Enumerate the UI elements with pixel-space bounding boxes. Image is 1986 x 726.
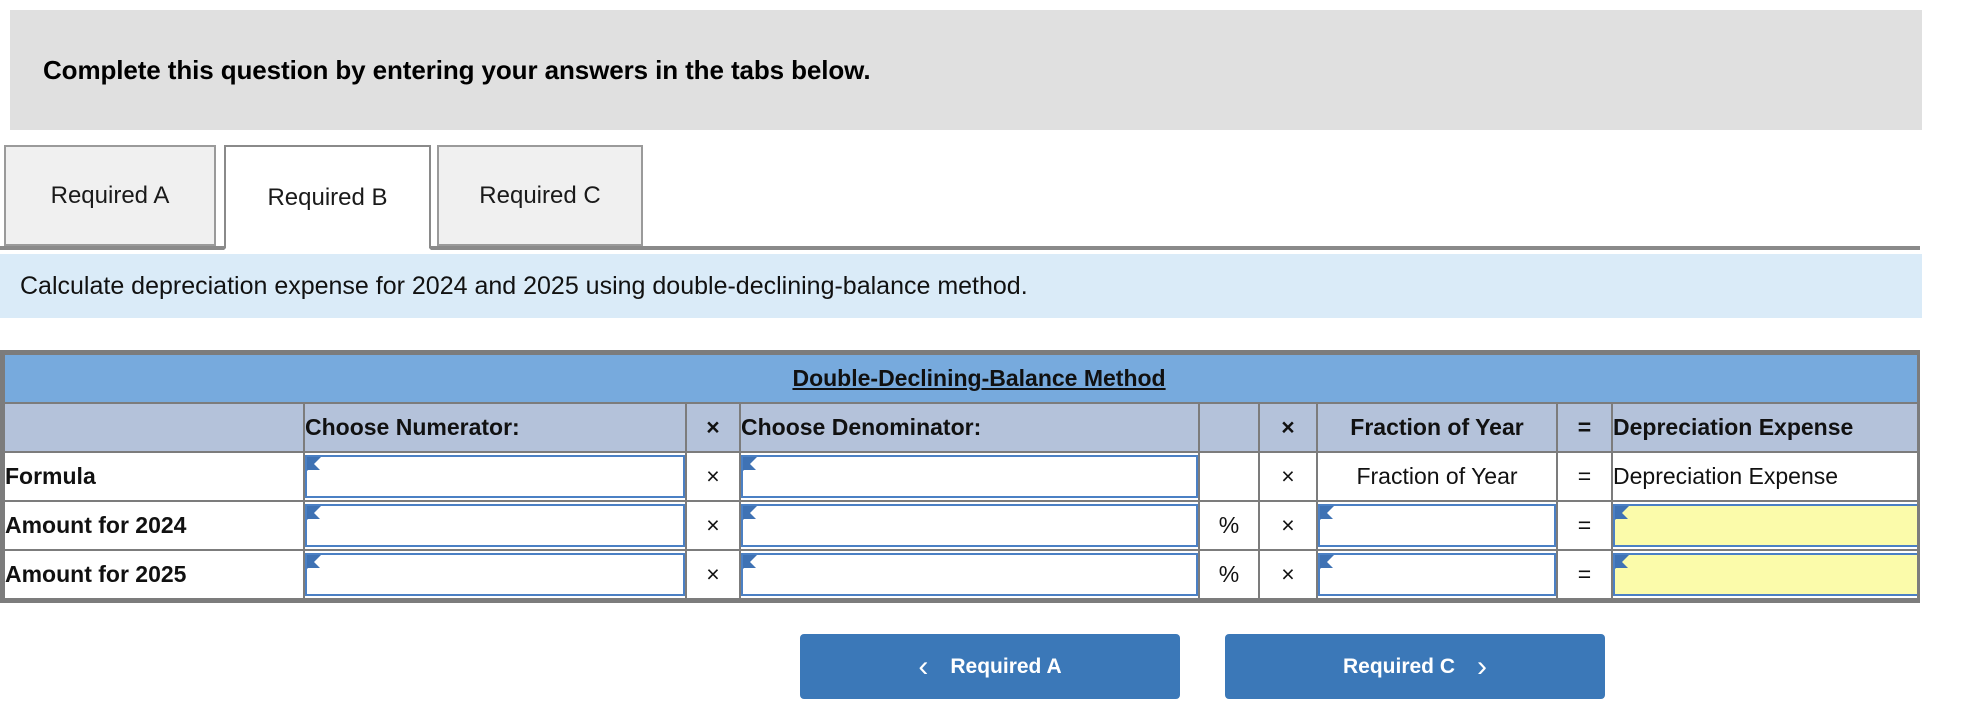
header-multiply-1: × [685, 402, 741, 453]
numerator-dropdown-2025[interactable] [305, 553, 685, 596]
header-fraction-of-year: Fraction of Year [1316, 402, 1558, 453]
question-page: Complete this question by entering your … [0, 0, 1986, 726]
op-equals-formula: = [1556, 451, 1613, 502]
op-multiply-2025-2: × [1258, 549, 1318, 600]
cell-fraction-of-year-2024 [1316, 500, 1558, 551]
tab-required-a[interactable]: Required A [4, 145, 216, 246]
worksheet-title: Double-Declining-Balance Method [792, 365, 1166, 391]
requirement-instruction: Calculate depreciation expense for 2024 … [0, 254, 1922, 318]
chevron-right-icon: › [1477, 649, 1487, 683]
fraction-of-year-input-2024[interactable] [1318, 504, 1556, 547]
cell-depreciation-expense-2025 [1610, 549, 1917, 600]
tab-strip: Required A Required B Required C [0, 145, 1920, 250]
op-multiply-formula-1: × [685, 451, 741, 502]
next-button-label: Required C [1342, 654, 1455, 678]
cell-numerator-formula [303, 451, 687, 502]
cell-denominator-2025 [739, 549, 1200, 600]
worksheet-title-row: Double-Declining-Balance Method [3, 353, 1917, 404]
row-label-amount-2024: Amount for 2024 [3, 500, 305, 551]
instruction-banner: Complete this question by entering your … [10, 10, 1922, 130]
worksheet-title-cell: Double-Declining-Balance Method [3, 353, 1917, 404]
op-equals-2025: = [1556, 549, 1613, 600]
table-row: Amount for 2025 × % × = [3, 549, 1917, 600]
next-required-c-button[interactable]: Required C › [1225, 634, 1605, 699]
fraction-of-year-formula: Fraction of Year [1316, 451, 1558, 502]
cell-fraction-of-year-2025 [1316, 549, 1558, 600]
cell-denominator-2024 [739, 500, 1200, 551]
tab-required-a-label: Required A [50, 181, 170, 209]
prev-button-label: Required A [950, 654, 1062, 678]
percent-formula [1198, 451, 1260, 502]
denominator-dropdown-formula[interactable] [741, 455, 1198, 498]
depreciation-expense-input-2024[interactable] [1613, 504, 1917, 547]
denominator-dropdown-2025[interactable] [741, 553, 1198, 596]
op-multiply-formula-2: × [1258, 451, 1318, 502]
depreciation-expense-formula: Depreciation Expense [1610, 451, 1917, 502]
banner-text: Complete this question by entering your … [43, 54, 871, 85]
header-percent [1198, 402, 1260, 453]
header-depreciation-expense: Depreciation Expense [1610, 402, 1917, 453]
op-multiply-2025-1: × [685, 549, 741, 600]
cell-numerator-2025 [303, 549, 687, 600]
fraction-of-year-input-2025[interactable] [1318, 553, 1556, 596]
op-multiply-2024-2: × [1258, 500, 1318, 551]
op-equals-2024: = [1556, 500, 1613, 551]
worksheet-header-row: Choose Numerator: × Choose Denominator: … [3, 402, 1917, 453]
requirement-instruction-text: Calculate depreciation expense for 2024 … [20, 271, 1028, 300]
row-label-amount-2025: Amount for 2025 [3, 549, 305, 600]
chevron-left-icon: ‹ [918, 649, 929, 683]
tab-required-c[interactable]: Required C [437, 145, 643, 246]
denominator-dropdown-2024[interactable] [741, 504, 1198, 547]
op-multiply-2024-1: × [685, 500, 741, 551]
table-row: Amount for 2024 × % × = [3, 500, 1917, 551]
table-row: Formula × × Fraction of Year = Depreciat… [3, 451, 1917, 502]
cell-numerator-2024 [303, 500, 687, 551]
tab-required-b[interactable]: Required B [224, 145, 431, 250]
depreciation-expense-input-2025[interactable] [1613, 553, 1917, 596]
header-numerator: Choose Numerator: [303, 402, 687, 453]
cell-depreciation-expense-2024 [1610, 500, 1917, 551]
tab-required-c-label: Required C [479, 181, 601, 209]
numerator-dropdown-formula[interactable] [305, 455, 685, 498]
tab-required-b-label: Required B [267, 183, 388, 211]
navigation-bar: ‹ Required A Required C › [0, 634, 1986, 708]
cell-denominator-formula [739, 451, 1200, 502]
header-equals: = [1556, 402, 1613, 453]
percent-2024: % [1198, 500, 1260, 551]
header-multiply-2: × [1258, 402, 1318, 453]
percent-2025: % [1198, 549, 1260, 600]
prev-required-a-button[interactable]: ‹ Required A [800, 634, 1180, 699]
numerator-dropdown-2024[interactable] [305, 504, 685, 547]
header-denominator: Choose Denominator: [739, 402, 1200, 453]
worksheet-container: Double-Declining-Balance Method Choose N… [0, 350, 1920, 603]
depreciation-worksheet: Double-Declining-Balance Method Choose N… [3, 353, 1917, 600]
header-rowlabel [3, 402, 305, 453]
row-label-formula: Formula [3, 451, 305, 502]
